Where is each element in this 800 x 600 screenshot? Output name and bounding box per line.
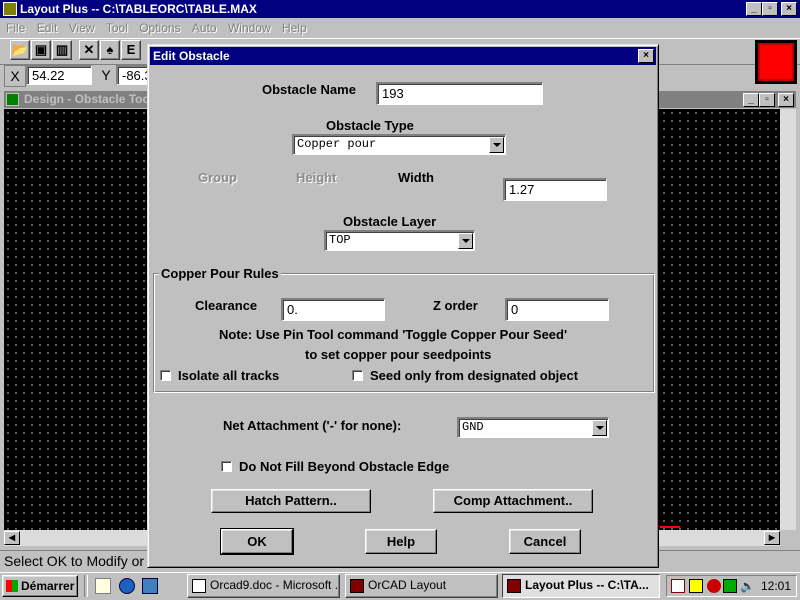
volume-icon[interactable]: 🔈: [740, 579, 755, 593]
copper-note-line1: Note: Use Pin Tool command 'Toggle Coppe…: [219, 327, 568, 342]
seed-designated-checkbox[interactable]: [352, 370, 363, 381]
net-attachment-dropdown-icon[interactable]: [592, 420, 607, 436]
menu-options[interactable]: Options: [135, 19, 184, 37]
quick-launch: [84, 575, 88, 597]
menu-auto[interactable]: Auto: [188, 19, 221, 37]
taskbar-item-orcad-label: OrCAD Layout: [368, 578, 447, 592]
obstacle-layer-label: Obstacle Layer: [343, 214, 437, 229]
taskbar-item-orcad[interactable]: OrCAD Layout: [345, 574, 498, 598]
taskbar-item-layout-plus[interactable]: Layout Plus -- C:\TA...: [502, 574, 660, 598]
word-doc-icon: [192, 578, 206, 593]
menu-file[interactable]: File: [2, 19, 29, 37]
scroll-left-button[interactable]: ◀: [4, 531, 20, 545]
menu-help[interactable]: Help: [278, 19, 311, 37]
design-window-title: Design - Obstacle Tool: [24, 92, 154, 106]
cancel-button[interactable]: Cancel: [509, 529, 581, 554]
obstacle-layer-select[interactable]: TOP: [324, 230, 475, 251]
show-desktop-icon[interactable]: [95, 578, 111, 594]
windows-logo-icon: [6, 580, 18, 592]
maximize-button[interactable]: ▫: [762, 2, 778, 16]
y-coordinate-field: -86.3: [116, 65, 150, 85]
edit-obstacle-dialog: Edit Obstacle × Obstacle Name 193 Obstac…: [147, 44, 659, 568]
comp-attachment-button[interactable]: Comp Attachment..: [433, 489, 593, 513]
close-button[interactable]: ×: [781, 2, 797, 16]
menu-tool[interactable]: Tool: [102, 19, 132, 37]
design-window-icon[interactable]: [6, 93, 19, 106]
net-attachment-label: Net Attachment ('-' for none):: [223, 418, 402, 433]
do-not-fill-label[interactable]: Do Not Fill Beyond Obstacle Edge: [239, 459, 449, 474]
obstacle-layer-dropdown-icon[interactable]: [458, 233, 473, 249]
app-title-bar: Layout Plus -- C:\TABLEORC\TABLE.MAX _ ▫…: [0, 0, 800, 18]
app-icon[interactable]: [3, 2, 17, 16]
isolate-tracks-checkbox[interactable]: [160, 370, 171, 381]
menu-bar: File Edit View Tool Options Auto Window …: [0, 19, 800, 37]
obstacle-type-label: Obstacle Type: [326, 118, 414, 133]
app-title: Layout Plus -- C:\TABLEORC\TABLE.MAX: [20, 2, 257, 16]
menu-view[interactable]: View: [65, 19, 99, 37]
save-icon[interactable]: ▣: [31, 40, 51, 60]
zorder-input[interactable]: 0: [505, 298, 609, 321]
design-minimize-button[interactable]: _: [743, 93, 759, 107]
library-icon[interactable]: ▥: [52, 40, 72, 60]
dialog-title: Edit Obstacle: [153, 49, 230, 63]
x-label: X: [4, 65, 26, 87]
height-label: Height: [296, 170, 337, 185]
copper-pour-rules-legend: Copper Pour Rules: [159, 266, 281, 281]
tray-app-icon-3[interactable]: [707, 579, 721, 593]
open-folder-icon[interactable]: 📂: [10, 40, 30, 60]
group-label: Group: [198, 170, 237, 185]
red-trace: [660, 526, 680, 528]
taskbar-item-layout-plus-label: Layout Plus -- C:\TA...: [525, 578, 649, 592]
delete-icon[interactable]: ✕: [79, 40, 99, 60]
clearance-input[interactable]: 0.: [281, 298, 385, 321]
obstacle-name-input[interactable]: 193: [376, 82, 543, 105]
taskbar-item-word-label: Orcad9.doc - Microsoft ...: [210, 578, 340, 592]
clock: 12:01: [761, 579, 792, 593]
taskbar-item-word[interactable]: Orcad9.doc - Microsoft ...: [187, 574, 340, 598]
start-label: Démarrer: [21, 579, 75, 593]
edit-icon[interactable]: E: [121, 40, 141, 60]
design-close-button[interactable]: ×: [778, 93, 794, 107]
seed-designated-label[interactable]: Seed only from designated object: [370, 368, 578, 383]
copper-note-line2: to set copper pour seedpoints: [305, 347, 492, 362]
isolate-tracks-label[interactable]: Isolate all tracks: [178, 368, 279, 383]
layout-plus-icon: [507, 578, 521, 593]
start-button[interactable]: Démarrer: [2, 575, 78, 597]
tray-app-icon-1[interactable]: [671, 579, 685, 593]
menu-window[interactable]: Window: [224, 19, 275, 37]
obstacle-name-label: Obstacle Name: [262, 82, 356, 97]
x-coordinate-field: 54.22: [26, 65, 92, 85]
system-tray: 🔈 12:01: [666, 575, 797, 597]
obstacle-type-value: Copper pour: [297, 137, 377, 151]
design-restore-button[interactable]: ▫: [759, 93, 775, 107]
help-button[interactable]: Help: [365, 529, 437, 554]
obstacle-type-dropdown-icon[interactable]: [489, 137, 504, 153]
width-label: Width: [398, 170, 434, 185]
orcad-layout-icon: [350, 578, 364, 593]
tray-app-icon-2[interactable]: [689, 579, 703, 593]
y-label: Y: [101, 67, 111, 83]
clearance-label: Clearance: [195, 298, 258, 313]
dialog-close-button[interactable]: ×: [638, 49, 654, 63]
tray-app-icon-4[interactable]: [723, 579, 737, 593]
internet-explorer-icon[interactable]: [119, 578, 135, 594]
ok-button[interactable]: OK: [220, 528, 294, 555]
outlook-express-icon[interactable]: [142, 578, 158, 594]
obstacle-type-select[interactable]: Copper pour: [292, 134, 506, 155]
obstacle-layer-value: TOP: [329, 233, 351, 247]
vertical-scrollbar[interactable]: [780, 109, 796, 530]
width-input[interactable]: 1.27: [503, 178, 607, 201]
hatch-pattern-button[interactable]: Hatch Pattern..: [211, 489, 371, 513]
dialog-title-bar: Edit Obstacle ×: [150, 47, 656, 65]
net-attachment-select[interactable]: GND: [457, 417, 609, 438]
zorder-label: Z order: [433, 298, 478, 313]
find-icon[interactable]: ♠: [100, 40, 120, 60]
scroll-right-button[interactable]: ▶: [764, 531, 780, 545]
minimize-button[interactable]: _: [746, 2, 762, 16]
menu-edit[interactable]: Edit: [33, 19, 62, 37]
net-attachment-value: GND: [462, 420, 484, 434]
do-not-fill-checkbox[interactable]: [221, 461, 232, 472]
